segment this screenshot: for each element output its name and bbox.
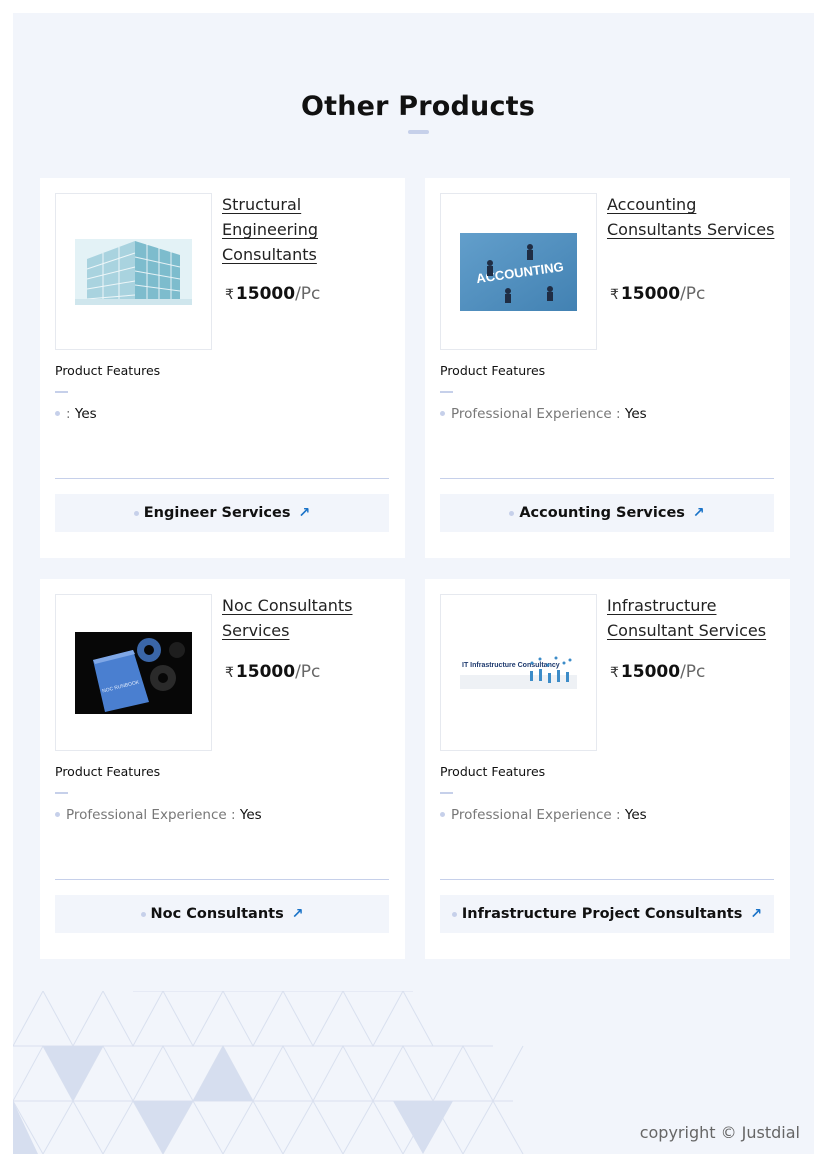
rupee-icon: ₹: [225, 665, 234, 681]
product-card: IT Infrastructure Consultancy Infrastruc…: [425, 579, 790, 959]
product-price: ₹15000/Pc: [225, 284, 321, 304]
external-arrow-icon: ↗: [298, 505, 311, 521]
accounting-image: ACCOUNTING: [460, 232, 577, 311]
product-image-noc[interactable]: NOC RUNBOOK: [55, 594, 212, 751]
product-price: ₹15000/Pc: [610, 284, 706, 304]
bullet-icon: [140, 911, 146, 917]
title-underline: [408, 130, 429, 134]
features-underline: [440, 391, 453, 393]
bullet-icon: [440, 410, 445, 416]
bullet-icon: [509, 510, 515, 516]
feature-item: : Yes: [55, 406, 97, 422]
product-image-infrastructure[interactable]: IT Infrastructure Consultancy: [440, 594, 597, 751]
product-card: ACCOUNTING Accounting Consultants Servic…: [425, 178, 790, 558]
product-features-label: Product Features: [55, 764, 161, 779]
feature-item: Professional Experience : Yes: [440, 807, 647, 823]
features-underline: [55, 792, 68, 794]
product-features-label: Product Features: [440, 764, 546, 779]
product-features-label: Product Features: [440, 363, 546, 378]
building-image: [75, 238, 192, 305]
external-arrow-icon: ↗: [692, 505, 705, 521]
bullet-icon: [55, 410, 60, 416]
svg-text:IT Infrastructure Consultancy: IT Infrastructure Consultancy: [462, 662, 560, 669]
external-arrow-icon: ↗: [750, 906, 763, 922]
features-underline: [55, 391, 68, 393]
product-title-link[interactable]: Structural Engineering Consultants: [222, 192, 394, 267]
product-price: ₹15000/Pc: [610, 662, 706, 682]
product-title-link[interactable]: Noc Consultants Services: [222, 593, 394, 643]
card-divider: [440, 879, 774, 880]
it-infrastructure-image: IT Infrastructure Consultancy: [460, 652, 577, 693]
product-card: Structural Engineering Consultants ₹1500…: [40, 178, 405, 558]
noc-runbook-image: NOC RUNBOOK: [75, 631, 192, 714]
product-card: NOC RUNBOOK Noc Consultants Services ₹15…: [40, 579, 405, 959]
product-price: ₹15000/Pc: [225, 662, 321, 682]
section-title: Other Products: [300, 91, 536, 122]
copyright-text: copyright © Justdial: [639, 1123, 800, 1142]
bullet-icon: [440, 811, 445, 817]
card-divider: [55, 478, 389, 479]
product-features-label: Product Features: [55, 363, 161, 378]
rupee-icon: ₹: [225, 287, 234, 303]
product-image-structural[interactable]: [55, 193, 212, 350]
rupee-icon: ₹: [610, 665, 619, 681]
product-title-link[interactable]: Accounting Consultants Services: [607, 192, 779, 242]
bullet-icon: [55, 811, 60, 817]
product-title-link[interactable]: Infrastructure Consultant Services: [607, 593, 779, 643]
category-link-button[interactable]: Noc Consultants ↗: [55, 895, 389, 933]
features-underline: [440, 792, 453, 794]
triangle-pattern-decoration: [13, 991, 524, 1154]
feature-item: Professional Experience : Yes: [55, 807, 262, 823]
card-divider: [55, 879, 389, 880]
product-image-accounting[interactable]: ACCOUNTING: [440, 193, 597, 350]
category-link-button[interactable]: Accounting Services ↗: [440, 494, 774, 532]
feature-item: Professional Experience : Yes: [440, 406, 647, 422]
bullet-icon: [451, 911, 457, 917]
card-divider: [440, 478, 774, 479]
category-link-button[interactable]: Infrastructure Project Consultants ↗: [440, 895, 774, 933]
rupee-icon: ₹: [610, 287, 619, 303]
bullet-icon: [133, 510, 139, 516]
external-arrow-icon: ↗: [291, 906, 304, 922]
page: Other Products Structural Engineering Co…: [13, 13, 814, 1154]
category-link-button[interactable]: Engineer Services ↗: [55, 494, 389, 532]
